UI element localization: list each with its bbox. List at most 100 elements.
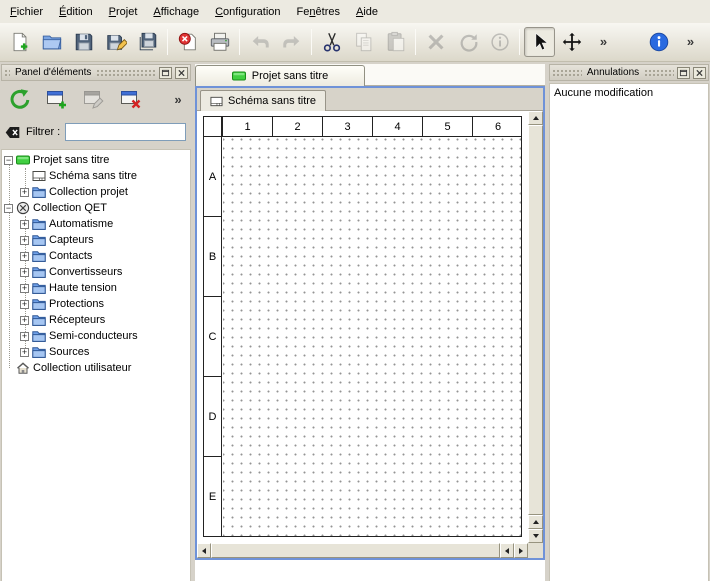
expand-toggle[interactable]: + xyxy=(20,300,29,309)
filter-input[interactable] xyxy=(65,123,186,141)
expand-toggle[interactable]: + xyxy=(20,252,29,261)
delete-element-button[interactable] xyxy=(117,85,145,113)
toolbar-separator xyxy=(415,29,416,55)
paste-button[interactable] xyxy=(380,27,411,57)
new-element-button[interactable] xyxy=(43,85,71,113)
scroll-left-button-2[interactable] xyxy=(500,543,514,558)
expand-toggle[interactable]: + xyxy=(20,316,29,325)
horizontal-scroll-thumb[interactable] xyxy=(211,543,500,558)
project-tab[interactable]: Projet sans titre xyxy=(195,65,365,86)
scroll-left-button[interactable] xyxy=(197,543,211,558)
new-element-icon xyxy=(45,87,69,111)
tree-item-label: Récepteurs xyxy=(49,314,105,326)
scroll-up-button[interactable] xyxy=(528,111,543,125)
expand-toggle[interactable]: + xyxy=(20,332,29,341)
horizontal-scrollbar[interactable] xyxy=(197,543,528,558)
vertical-scroll-thumb[interactable] xyxy=(528,125,543,515)
save-all-button[interactable] xyxy=(132,27,163,57)
tree-item-label: Contacts xyxy=(49,250,92,262)
tree-item[interactable]: +Convertisseurs xyxy=(2,264,190,280)
float-icon xyxy=(679,69,688,77)
scroll-mode-button[interactable] xyxy=(556,27,587,57)
schematic-canvas[interactable]: 123456 ABCDE xyxy=(197,111,528,543)
selection-infos-button[interactable] xyxy=(484,27,515,57)
elements-tree[interactable]: −Projet sans titreSchéma sans titre+Coll… xyxy=(1,149,191,581)
save-button[interactable] xyxy=(68,27,99,57)
rotate-selection-button[interactable] xyxy=(452,27,483,57)
redo-button[interactable] xyxy=(276,27,307,57)
reload-collections-button[interactable] xyxy=(6,85,34,113)
tree-item[interactable]: Collection utilisateur xyxy=(2,360,190,376)
tree-item[interactable]: + Contacts xyxy=(2,248,190,264)
column-header: 2 xyxy=(273,117,323,136)
tree-item[interactable]: +Collection projet xyxy=(2,184,190,200)
folder-icon xyxy=(32,297,46,311)
expand-toggle[interactable]: + xyxy=(20,284,29,293)
scroll-up-button-2[interactable] xyxy=(528,515,543,529)
clear-filter-icon[interactable] xyxy=(4,124,21,141)
float-dock-button[interactable] xyxy=(677,67,690,79)
scroll-down-button[interactable] xyxy=(528,529,543,543)
tree-item-label: Protections xyxy=(49,298,104,310)
menu-configuration[interactable]: Configuration xyxy=(207,2,288,22)
close-dock-button[interactable] xyxy=(175,67,188,79)
collapse-toggle[interactable]: − xyxy=(4,204,13,213)
tree-item[interactable]: + Protections xyxy=(2,296,190,312)
undo-panel-title: Annulations xyxy=(585,67,641,78)
grid-area[interactable] xyxy=(223,138,521,536)
toolbar-extension-button[interactable]: » xyxy=(588,27,619,57)
menu-edition[interactable]: Édition xyxy=(51,2,101,22)
edit-element-button[interactable] xyxy=(80,85,108,113)
close-dock-button[interactable] xyxy=(693,67,706,79)
float-dock-button[interactable] xyxy=(159,67,172,79)
menu-affichage[interactable]: Affichage xyxy=(145,2,207,22)
about-button[interactable] xyxy=(643,27,674,57)
tree-item[interactable]: +Capteurs xyxy=(2,232,190,248)
undo-panel-titlebar[interactable]: Annulations xyxy=(549,64,709,81)
undo-button[interactable] xyxy=(244,27,275,57)
menu-projet[interactable]: Projet xyxy=(101,2,146,22)
expand-toggle[interactable]: + xyxy=(20,348,29,357)
expand-toggle[interactable]: + xyxy=(20,220,29,229)
new-project-button[interactable] xyxy=(4,27,35,57)
qet-collection-icon xyxy=(16,201,30,215)
print-icon xyxy=(209,31,231,53)
tree-item[interactable]: −Projet sans titre xyxy=(2,152,190,168)
tree-item[interactable]: +Semi-conducteurs xyxy=(2,328,190,344)
menu-fenetres[interactable]: Fenêtres xyxy=(289,2,348,22)
collapse-toggle[interactable]: − xyxy=(4,156,13,165)
folder-icon xyxy=(32,233,46,247)
tree-item[interactable]: +Haute tension xyxy=(2,280,190,296)
copy-button[interactable] xyxy=(348,27,379,57)
tree-item[interactable]: + Récepteurs xyxy=(2,312,190,328)
mdi-area: Projet sans titre Schéma sans titre xyxy=(192,64,548,581)
tree-item[interactable]: Schéma sans titre xyxy=(2,168,190,184)
undo-history-list[interactable]: Aucune modification xyxy=(549,83,709,581)
tree-item[interactable]: −Collection QET xyxy=(2,200,190,216)
expand-toggle[interactable]: + xyxy=(20,268,29,277)
toolbar-extension-2-button[interactable]: » xyxy=(675,27,706,57)
open-folder-icon xyxy=(41,31,63,53)
expand-toggle[interactable]: + xyxy=(20,188,29,197)
scheme-tab[interactable]: Schéma sans titre xyxy=(200,90,326,111)
dock-grip xyxy=(644,69,674,77)
toolbar-separator xyxy=(519,29,520,55)
new-document-icon xyxy=(9,31,31,53)
panel-toolbar-extension-button[interactable]: » xyxy=(170,93,186,106)
select-mode-button[interactable] xyxy=(524,27,555,57)
cut-button[interactable] xyxy=(316,27,347,57)
toolbar-separator xyxy=(239,29,240,55)
save-as-button[interactable] xyxy=(100,27,131,57)
elements-panel-titlebar[interactable]: Panel d'éléments xyxy=(1,64,191,81)
menu-fichier[interactable]: Fichier xyxy=(2,2,51,22)
print-button[interactable] xyxy=(204,27,235,57)
tree-item[interactable]: +Automatisme xyxy=(2,216,190,232)
menu-aide[interactable]: Aide xyxy=(348,2,386,22)
scroll-right-button[interactable] xyxy=(514,543,528,558)
open-project-button[interactable] xyxy=(36,27,67,57)
vertical-scrollbar[interactable] xyxy=(528,111,543,543)
tree-item[interactable]: +Sources xyxy=(2,344,190,360)
expand-toggle[interactable]: + xyxy=(20,236,29,245)
close-file-button[interactable] xyxy=(172,27,203,57)
delete-selection-button[interactable] xyxy=(420,27,451,57)
